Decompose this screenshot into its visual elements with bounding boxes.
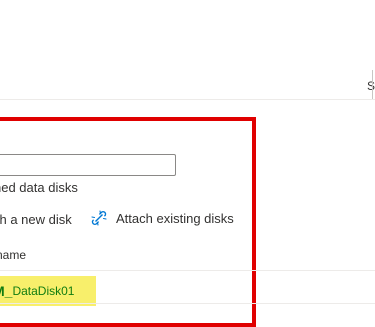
link-icon xyxy=(90,209,108,227)
disk-name-prefix: M_ xyxy=(0,283,13,299)
disk-name-suffix: DataDisk01 xyxy=(12,284,75,298)
disk-name-input[interactable] xyxy=(0,154,176,176)
header-divider xyxy=(0,99,375,100)
attach-existing-disks-button[interactable]: Attach existing disks xyxy=(90,209,234,227)
table-row[interactable]: M_ DataDisk01 xyxy=(0,276,96,306)
row-divider xyxy=(0,303,375,304)
name-column-header-label: name xyxy=(0,248,27,262)
hint-text: ned data disks xyxy=(0,180,78,195)
create-new-disk-button[interactable]: ch a new disk xyxy=(0,212,72,227)
row-divider xyxy=(0,270,375,271)
attach-existing-disks-label: Attach existing disks xyxy=(116,210,234,226)
data-disks-hint: ned data disks xyxy=(0,180,84,195)
name-column-header[interactable]: name xyxy=(0,248,30,262)
table-header-column[interactable]: St xyxy=(367,79,375,93)
column-resizer[interactable] xyxy=(372,70,373,100)
